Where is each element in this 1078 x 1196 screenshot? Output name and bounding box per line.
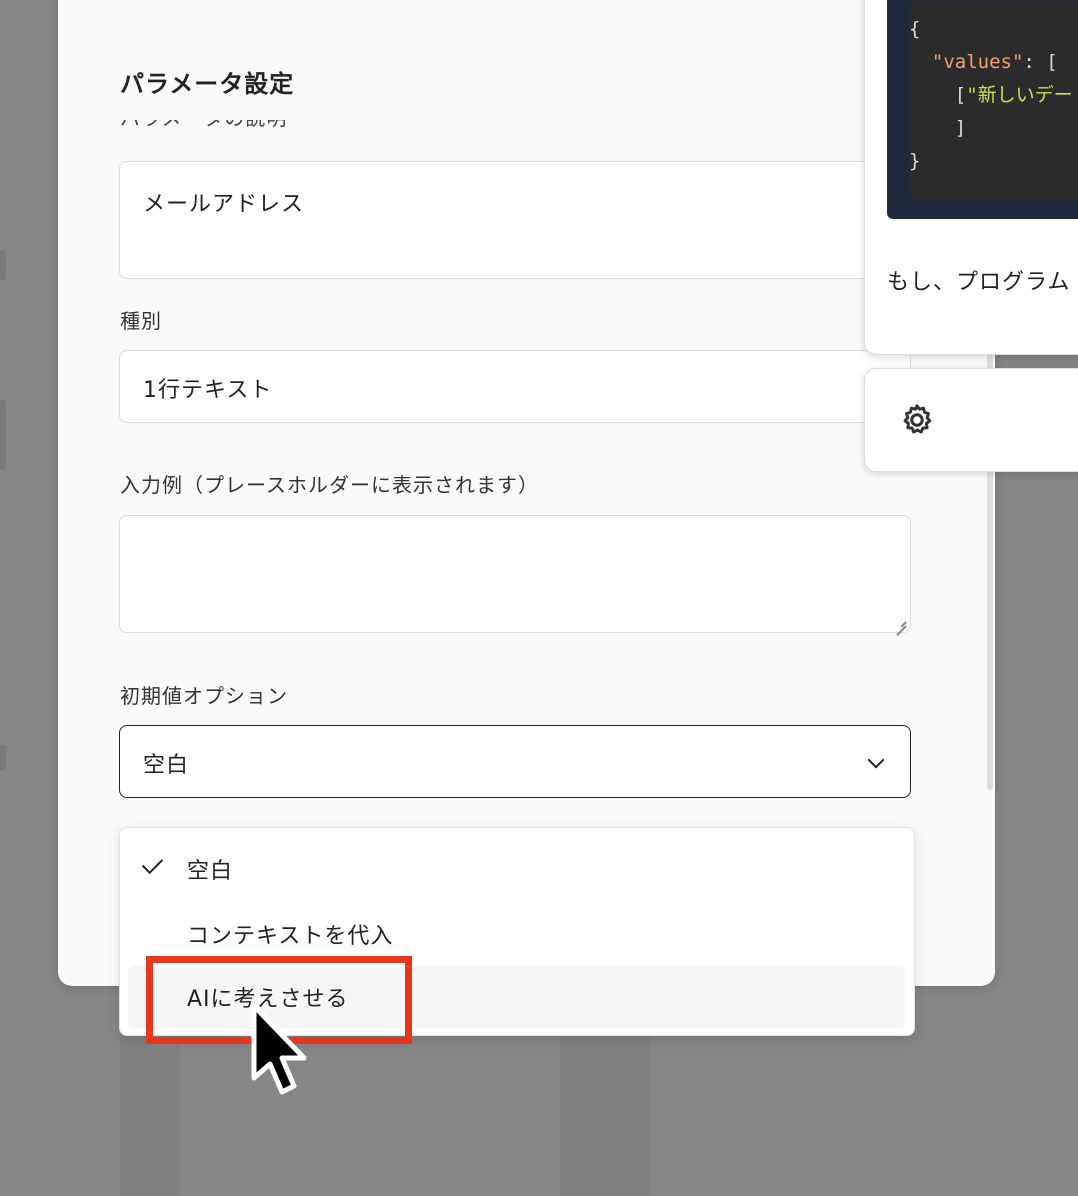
code-brace-close: }: [909, 150, 921, 172]
side-panel-card: { "values": [ ["新しいデー ] } もし、プログラム: [864, 0, 1078, 355]
code-brace: {: [909, 18, 921, 40]
gear-icon[interactable]: [899, 402, 935, 438]
code-string: "新しいデー: [966, 84, 1073, 106]
code-key: "values": [931, 51, 1024, 73]
backdrop-mark: [0, 400, 6, 470]
description-label: パラメータの説明: [120, 120, 287, 131]
type-label: 種別: [120, 309, 162, 333]
code-line: {: [909, 13, 1078, 46]
code-content: { "values": [ ["新しいデー ] }: [909, 1, 1078, 199]
code-bracket-close: ]: [931, 117, 967, 139]
placeholder-textarea[interactable]: [119, 515, 911, 633]
code-block: { "values": [ ["新しいデー ] }: [887, 0, 1078, 219]
default-option-select[interactable]: 空白: [119, 725, 911, 798]
option-label: コンテキストを代入: [187, 924, 394, 949]
default-option-label: 初期値オプション: [120, 684, 288, 708]
mouse-cursor: [251, 1003, 307, 1095]
modal-title: パラメータ設定: [120, 70, 295, 98]
description-textarea[interactable]: メールアドレス: [119, 161, 911, 279]
settings-card[interactable]: [864, 368, 1078, 472]
side-panel-text: もし、プログラム: [887, 270, 1071, 295]
code-line: ["新しいデー: [909, 79, 1078, 112]
option-label: 空白: [187, 859, 234, 884]
code-line: }: [909, 145, 1078, 178]
type-value: 1行テキスト: [143, 378, 273, 403]
backdrop-mark: [0, 745, 6, 770]
code-bracket: [: [931, 84, 967, 106]
check-icon: [141, 852, 164, 875]
resize-grip-icon[interactable]: [894, 616, 906, 628]
placeholder-label: 入力例（プレースホルダーに表示されます）: [120, 473, 539, 497]
type-field[interactable]: 1行テキスト: [119, 350, 911, 423]
code-line: ]: [909, 112, 1078, 145]
code-colon: : [: [1023, 51, 1058, 73]
default-option-value: 空白: [143, 753, 190, 778]
backdrop-mark: [0, 250, 6, 280]
code-line: "values": [: [909, 46, 1078, 79]
description-value: メールアドレス: [143, 192, 305, 217]
dropdown-option-blank[interactable]: 空白: [120, 838, 914, 900]
chevron-down-icon[interactable]: [867, 751, 885, 769]
